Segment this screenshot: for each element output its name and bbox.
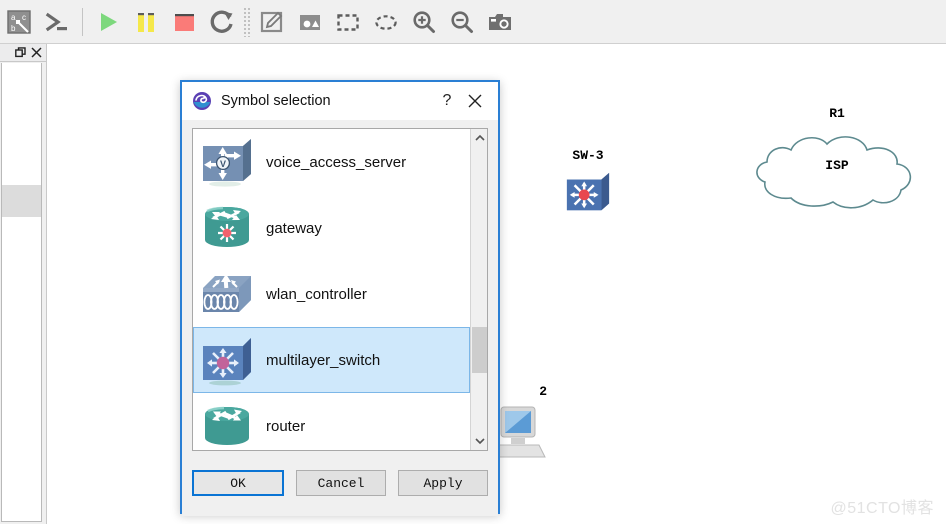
svg-text:V: V bbox=[220, 159, 226, 169]
zoom-in-button[interactable] bbox=[407, 5, 441, 39]
zoom-out-icon bbox=[451, 10, 473, 33]
svg-text:b: b bbox=[11, 24, 16, 33]
router-icon bbox=[198, 397, 256, 450]
reload-all-button[interactable] bbox=[205, 5, 239, 39]
gateway-icon bbox=[198, 199, 256, 257]
close-icon bbox=[468, 94, 482, 108]
canvas-node-r1[interactable]: R1 ISP bbox=[747, 106, 927, 216]
pause-icon bbox=[138, 12, 154, 32]
stop-icon bbox=[175, 13, 194, 31]
dialog-body: V voice_access_server gateway wlan_contr… bbox=[182, 120, 498, 516]
dialog-help-button[interactable]: ? bbox=[434, 88, 460, 114]
dock-content-list[interactable] bbox=[1, 63, 42, 522]
node-inner-label-isp: ISP bbox=[825, 158, 849, 173]
close-icon bbox=[30, 47, 42, 58]
left-dock-panel bbox=[0, 44, 46, 524]
list-item-label: wlan_controller bbox=[266, 285, 367, 303]
zoom-out-button[interactable] bbox=[445, 5, 479, 39]
chevron-up-icon bbox=[474, 134, 485, 141]
symbol-list-scrollbar[interactable] bbox=[470, 129, 487, 450]
main-toolbar: a c b bbox=[0, 0, 946, 44]
symbol-list[interactable]: V voice_access_server gateway wlan_contr… bbox=[192, 128, 488, 451]
voice-access-server-icon: V bbox=[198, 133, 256, 191]
gns3-main-window: a c b SW-3 2 R1 ISP @51CTO博客 Symbol sele… bbox=[0, 0, 946, 524]
dialog-close-button[interactable] bbox=[460, 88, 490, 114]
multilayer-switch-icon bbox=[566, 172, 610, 211]
edit-note-icon bbox=[260, 11, 283, 32]
svg-text:c: c bbox=[22, 13, 26, 22]
ellipse-icon bbox=[375, 14, 397, 30]
ok-button[interactable]: OK bbox=[192, 470, 284, 496]
multilayer-switch-icon bbox=[198, 331, 256, 389]
dock-title-bar bbox=[0, 44, 46, 62]
restore-icon bbox=[14, 47, 26, 58]
zoom-in-icon bbox=[413, 10, 435, 33]
suspend-all-button[interactable] bbox=[129, 5, 163, 39]
computer-icon bbox=[492, 406, 546, 458]
list-item-label: voice_access_server bbox=[266, 153, 407, 171]
start-all-button[interactable] bbox=[91, 5, 125, 39]
abc-pen-icon: a c b bbox=[7, 9, 31, 34]
toolbar-drag-handle[interactable] bbox=[243, 6, 250, 37]
add-note-button[interactable] bbox=[255, 5, 289, 39]
reload-icon bbox=[210, 10, 233, 33]
image-icon bbox=[300, 14, 320, 30]
cancel-button[interactable]: Cancel bbox=[296, 470, 386, 496]
console-prompt-icon bbox=[45, 12, 67, 31]
scroll-up-button[interactable] bbox=[471, 129, 487, 147]
stop-all-button[interactable] bbox=[167, 5, 201, 39]
symbol-selection-dialog: Symbol selection ? V voice_access_server… bbox=[180, 80, 500, 516]
dialog-title-bar: Symbol selection ? bbox=[182, 82, 498, 120]
list-item-label: gateway bbox=[266, 219, 322, 237]
console-tool-button[interactable] bbox=[40, 5, 74, 39]
node-label-r1: R1 bbox=[829, 106, 845, 121]
list-item[interactable]: wlan_controller bbox=[193, 261, 470, 327]
scrollbar-thumb[interactable] bbox=[472, 327, 487, 373]
node-label-sw-3: SW-3 bbox=[572, 148, 604, 163]
draw-rectangle-button[interactable] bbox=[331, 5, 365, 39]
annotation-tool-button[interactable]: a c b bbox=[2, 5, 36, 39]
draw-ellipse-button[interactable] bbox=[369, 5, 403, 39]
list-item[interactable]: router bbox=[193, 393, 470, 450]
scroll-down-button[interactable] bbox=[471, 432, 487, 450]
chevron-down-icon bbox=[474, 438, 485, 445]
insert-image-button[interactable] bbox=[293, 5, 327, 39]
canvas-node-sw-3[interactable]: SW-3 bbox=[553, 148, 623, 215]
dock-float-button[interactable] bbox=[13, 46, 27, 60]
list-item-selected[interactable]: multilayer_switch bbox=[193, 327, 470, 393]
dialog-button-row: OK Cancel Apply bbox=[192, 470, 488, 496]
camera-icon bbox=[489, 13, 511, 30]
list-item[interactable]: gateway bbox=[193, 195, 470, 261]
wlan-controller-icon bbox=[198, 265, 256, 323]
svg-text:a: a bbox=[11, 13, 16, 22]
dock-list-item-selected[interactable] bbox=[2, 185, 41, 217]
rectangle-icon bbox=[337, 13, 359, 31]
list-item[interactable]: V voice_access_server bbox=[193, 129, 470, 195]
dock-close-button[interactable] bbox=[29, 46, 43, 60]
play-icon bbox=[101, 12, 117, 31]
toolbar-separator-1 bbox=[82, 7, 83, 36]
list-item-label: multilayer_switch bbox=[266, 351, 381, 369]
list-item-label: router bbox=[266, 417, 306, 435]
dialog-title: Symbol selection bbox=[221, 93, 331, 109]
apply-button[interactable]: Apply bbox=[398, 470, 488, 496]
gns3-chameleon-icon bbox=[193, 92, 211, 110]
symbol-list-items: V voice_access_server gateway wlan_contr… bbox=[193, 129, 470, 450]
screenshot-button[interactable] bbox=[483, 5, 517, 39]
watermark: @51CTO博客 bbox=[830, 500, 934, 517]
